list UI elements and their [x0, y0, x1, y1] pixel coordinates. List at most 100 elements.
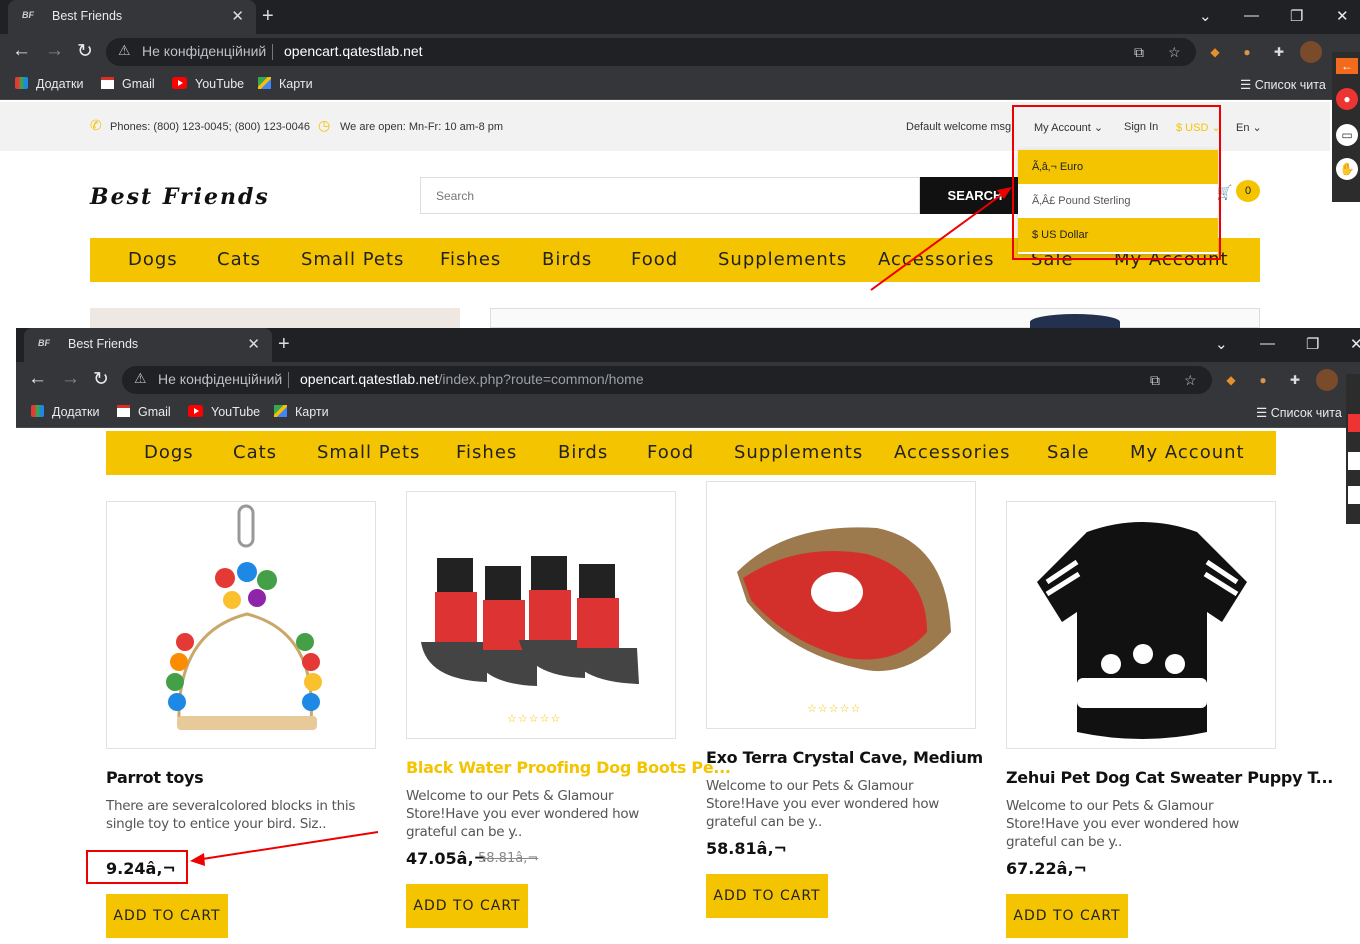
reading-list[interactable]: ☰ Список чита — [1256, 405, 1342, 420]
reload-icon[interactable]: ↻ — [77, 40, 93, 63]
close-window-icon[interactable]: ✕ — [1350, 335, 1360, 353]
bookmark-gmail[interactable]: Gmail — [117, 405, 171, 419]
browser-tab[interactable]: BF Best Friends ✕ — [8, 0, 256, 34]
restore-icon[interactable]: ❐ — [1290, 7, 1303, 25]
add-to-cart-button[interactable]: ADD TO CART — [1006, 894, 1128, 938]
forward-arrow-icon[interactable]: → — [61, 368, 80, 390]
restore-icon[interactable]: ❐ — [1306, 335, 1319, 353]
close-window-icon[interactable]: ✕ — [1336, 7, 1349, 25]
bookmark-gmail[interactable]: Gmail — [101, 77, 155, 91]
annotation-box-price — [86, 850, 188, 884]
reload-icon[interactable]: ↻ — [93, 368, 109, 391]
avatar[interactable] — [1300, 41, 1322, 63]
menu-fishes[interactable]: Fishes — [440, 249, 501, 270]
product-image-parrot-toys[interactable] — [106, 501, 376, 749]
new-tab-button[interactable]: + — [278, 333, 290, 356]
avatar[interactable] — [1316, 369, 1338, 391]
hand-icon[interactable] — [1348, 486, 1360, 504]
cookie-icon[interactable]: ● — [1238, 43, 1256, 61]
product-image-dog-boots[interactable]: ☆☆☆☆☆ — [406, 491, 676, 739]
rating-stars: ☆☆☆☆☆ — [507, 713, 562, 725]
menu-supplements[interactable]: Supplements — [734, 442, 863, 463]
menu-fishes[interactable]: Fishes — [456, 442, 517, 463]
product-name[interactable]: Zehui Pet Dog Cat Sweater Puppy T... — [1006, 768, 1333, 787]
extension-icon[interactable]: ◆ — [1206, 43, 1224, 61]
puzzle-icon[interactable]: ✚ — [1286, 371, 1304, 389]
menu-dogs[interactable]: Dogs — [144, 442, 194, 463]
add-to-cart-button[interactable]: ADD TO CART — [406, 884, 528, 928]
translate-icon[interactable]: ⧉ — [1150, 372, 1160, 389]
menu-my-account[interactable]: My Account — [1130, 442, 1245, 463]
boot — [473, 566, 537, 686]
microphone-icon[interactable]: ● — [1336, 88, 1358, 110]
tab-search-icon[interactable]: ⌄ — [1215, 335, 1228, 353]
menu-cats[interactable]: Cats — [233, 442, 277, 463]
bookmark-star-icon[interactable]: ☆ — [1168, 44, 1181, 61]
product-description: There are severalcolored blocks in this … — [106, 798, 356, 832]
url-text: opencart.qatestlab.net/index.php?route=c… — [300, 371, 644, 387]
address-bar[interactable]: ⚠ Не конфіденційний opencart.qatestlab.n… — [106, 38, 1196, 66]
menu-accessories[interactable]: Accessories — [894, 442, 1011, 463]
minimize-icon[interactable]: — — [1244, 7, 1259, 24]
product-price: 58.81â‚¬ — [706, 839, 787, 858]
bookmark-youtube[interactable]: YouTube — [188, 405, 260, 419]
menu-small-pets[interactable]: Small Pets — [301, 249, 404, 270]
arrow-left-icon[interactable]: ← — [1336, 58, 1358, 74]
menu-food[interactable]: Food — [631, 249, 678, 270]
window-icon[interactable]: ▭ — [1336, 124, 1358, 146]
site-logo[interactable]: Best Friends — [90, 184, 270, 210]
product-name[interactable]: Black Water Proofing Dog Boots Pe... — [406, 758, 731, 777]
hand-icon[interactable]: ✋ — [1336, 158, 1358, 180]
reading-list[interactable]: ☰ Список чита — [1240, 77, 1326, 92]
menu-cats[interactable]: Cats — [217, 249, 261, 270]
warning-icon: ⚠ — [134, 370, 147, 386]
bookmark-maps[interactable]: Карти — [258, 77, 313, 91]
extension-icon[interactable]: ◆ — [1222, 371, 1240, 389]
apps-icon — [15, 77, 28, 89]
add-to-cart-button[interactable]: ADD TO CART — [706, 874, 828, 918]
bookmark-apps[interactable]: Додатки — [15, 77, 83, 91]
product-image-dog-sweater[interactable] — [1006, 501, 1276, 749]
bookmark-star-icon[interactable]: ☆ — [1184, 372, 1197, 389]
bookmark-apps[interactable]: Додатки — [31, 405, 99, 419]
translate-icon[interactable]: ⧉ — [1134, 44, 1144, 61]
product-name[interactable]: Parrot toys — [106, 768, 204, 787]
gmail-icon — [101, 77, 114, 89]
cart-count-badge[interactable]: 0 — [1236, 180, 1260, 202]
tab-search-icon[interactable]: ⌄ — [1199, 7, 1212, 25]
second-window: BF Best Friends ✕ + ⌄ — ❐ ✕ ← → ↻ ⚠ Не к… — [16, 328, 1360, 944]
annotation-box-currency — [1012, 105, 1221, 260]
window-icon[interactable] — [1348, 452, 1360, 470]
close-tab-icon[interactable]: ✕ — [231, 7, 244, 25]
bookmark-maps[interactable]: Карти — [274, 405, 329, 419]
product-description: Welcome to our Pets & Glamour Store!Have… — [1006, 798, 1240, 850]
cookie-icon[interactable]: ● — [1254, 371, 1272, 389]
search-input[interactable]: Search — [420, 177, 920, 214]
parrot-toy-illustration — [166, 504, 322, 730]
menu-small-pets[interactable]: Small Pets — [317, 442, 420, 463]
product-name[interactable]: Exo Terra Crystal Cave, Medium — [706, 748, 983, 767]
add-to-cart-button[interactable]: ADD TO CART — [106, 894, 228, 938]
menu-supplements[interactable]: Supplements — [718, 249, 847, 270]
tab-title: Best Friends — [68, 337, 139, 351]
menu-birds[interactable]: Birds — [542, 249, 592, 270]
minimize-icon[interactable]: — — [1260, 335, 1275, 352]
forward-arrow-icon[interactable]: → — [45, 40, 64, 62]
security-status: Не конфіденційний — [158, 371, 283, 387]
menu-dogs[interactable]: Dogs — [128, 249, 178, 270]
microphone-icon[interactable] — [1348, 414, 1360, 432]
product-image-crystal-cave[interactable]: ☆☆☆☆☆ — [706, 481, 976, 729]
menu-birds[interactable]: Birds — [558, 442, 608, 463]
bookmark-youtube[interactable]: YouTube — [172, 77, 244, 91]
close-tab-icon[interactable]: ✕ — [247, 335, 260, 353]
menu-food[interactable]: Food — [647, 442, 694, 463]
menu-sale[interactable]: Sale — [1047, 442, 1090, 463]
browser-tab[interactable]: BF Best Friends ✕ — [24, 328, 272, 362]
menu-accessories[interactable]: Accessories — [878, 249, 995, 270]
address-bar[interactable]: ⚠ Не конфіденційний opencart.qatestlab.n… — [122, 366, 1212, 394]
new-tab-button[interactable]: + — [262, 5, 274, 28]
language-selector[interactable]: En ⌄ — [1236, 121, 1262, 134]
back-arrow-icon[interactable]: ← — [12, 40, 31, 62]
back-arrow-icon[interactable]: ← — [28, 368, 47, 390]
puzzle-icon[interactable]: ✚ — [1270, 43, 1288, 61]
